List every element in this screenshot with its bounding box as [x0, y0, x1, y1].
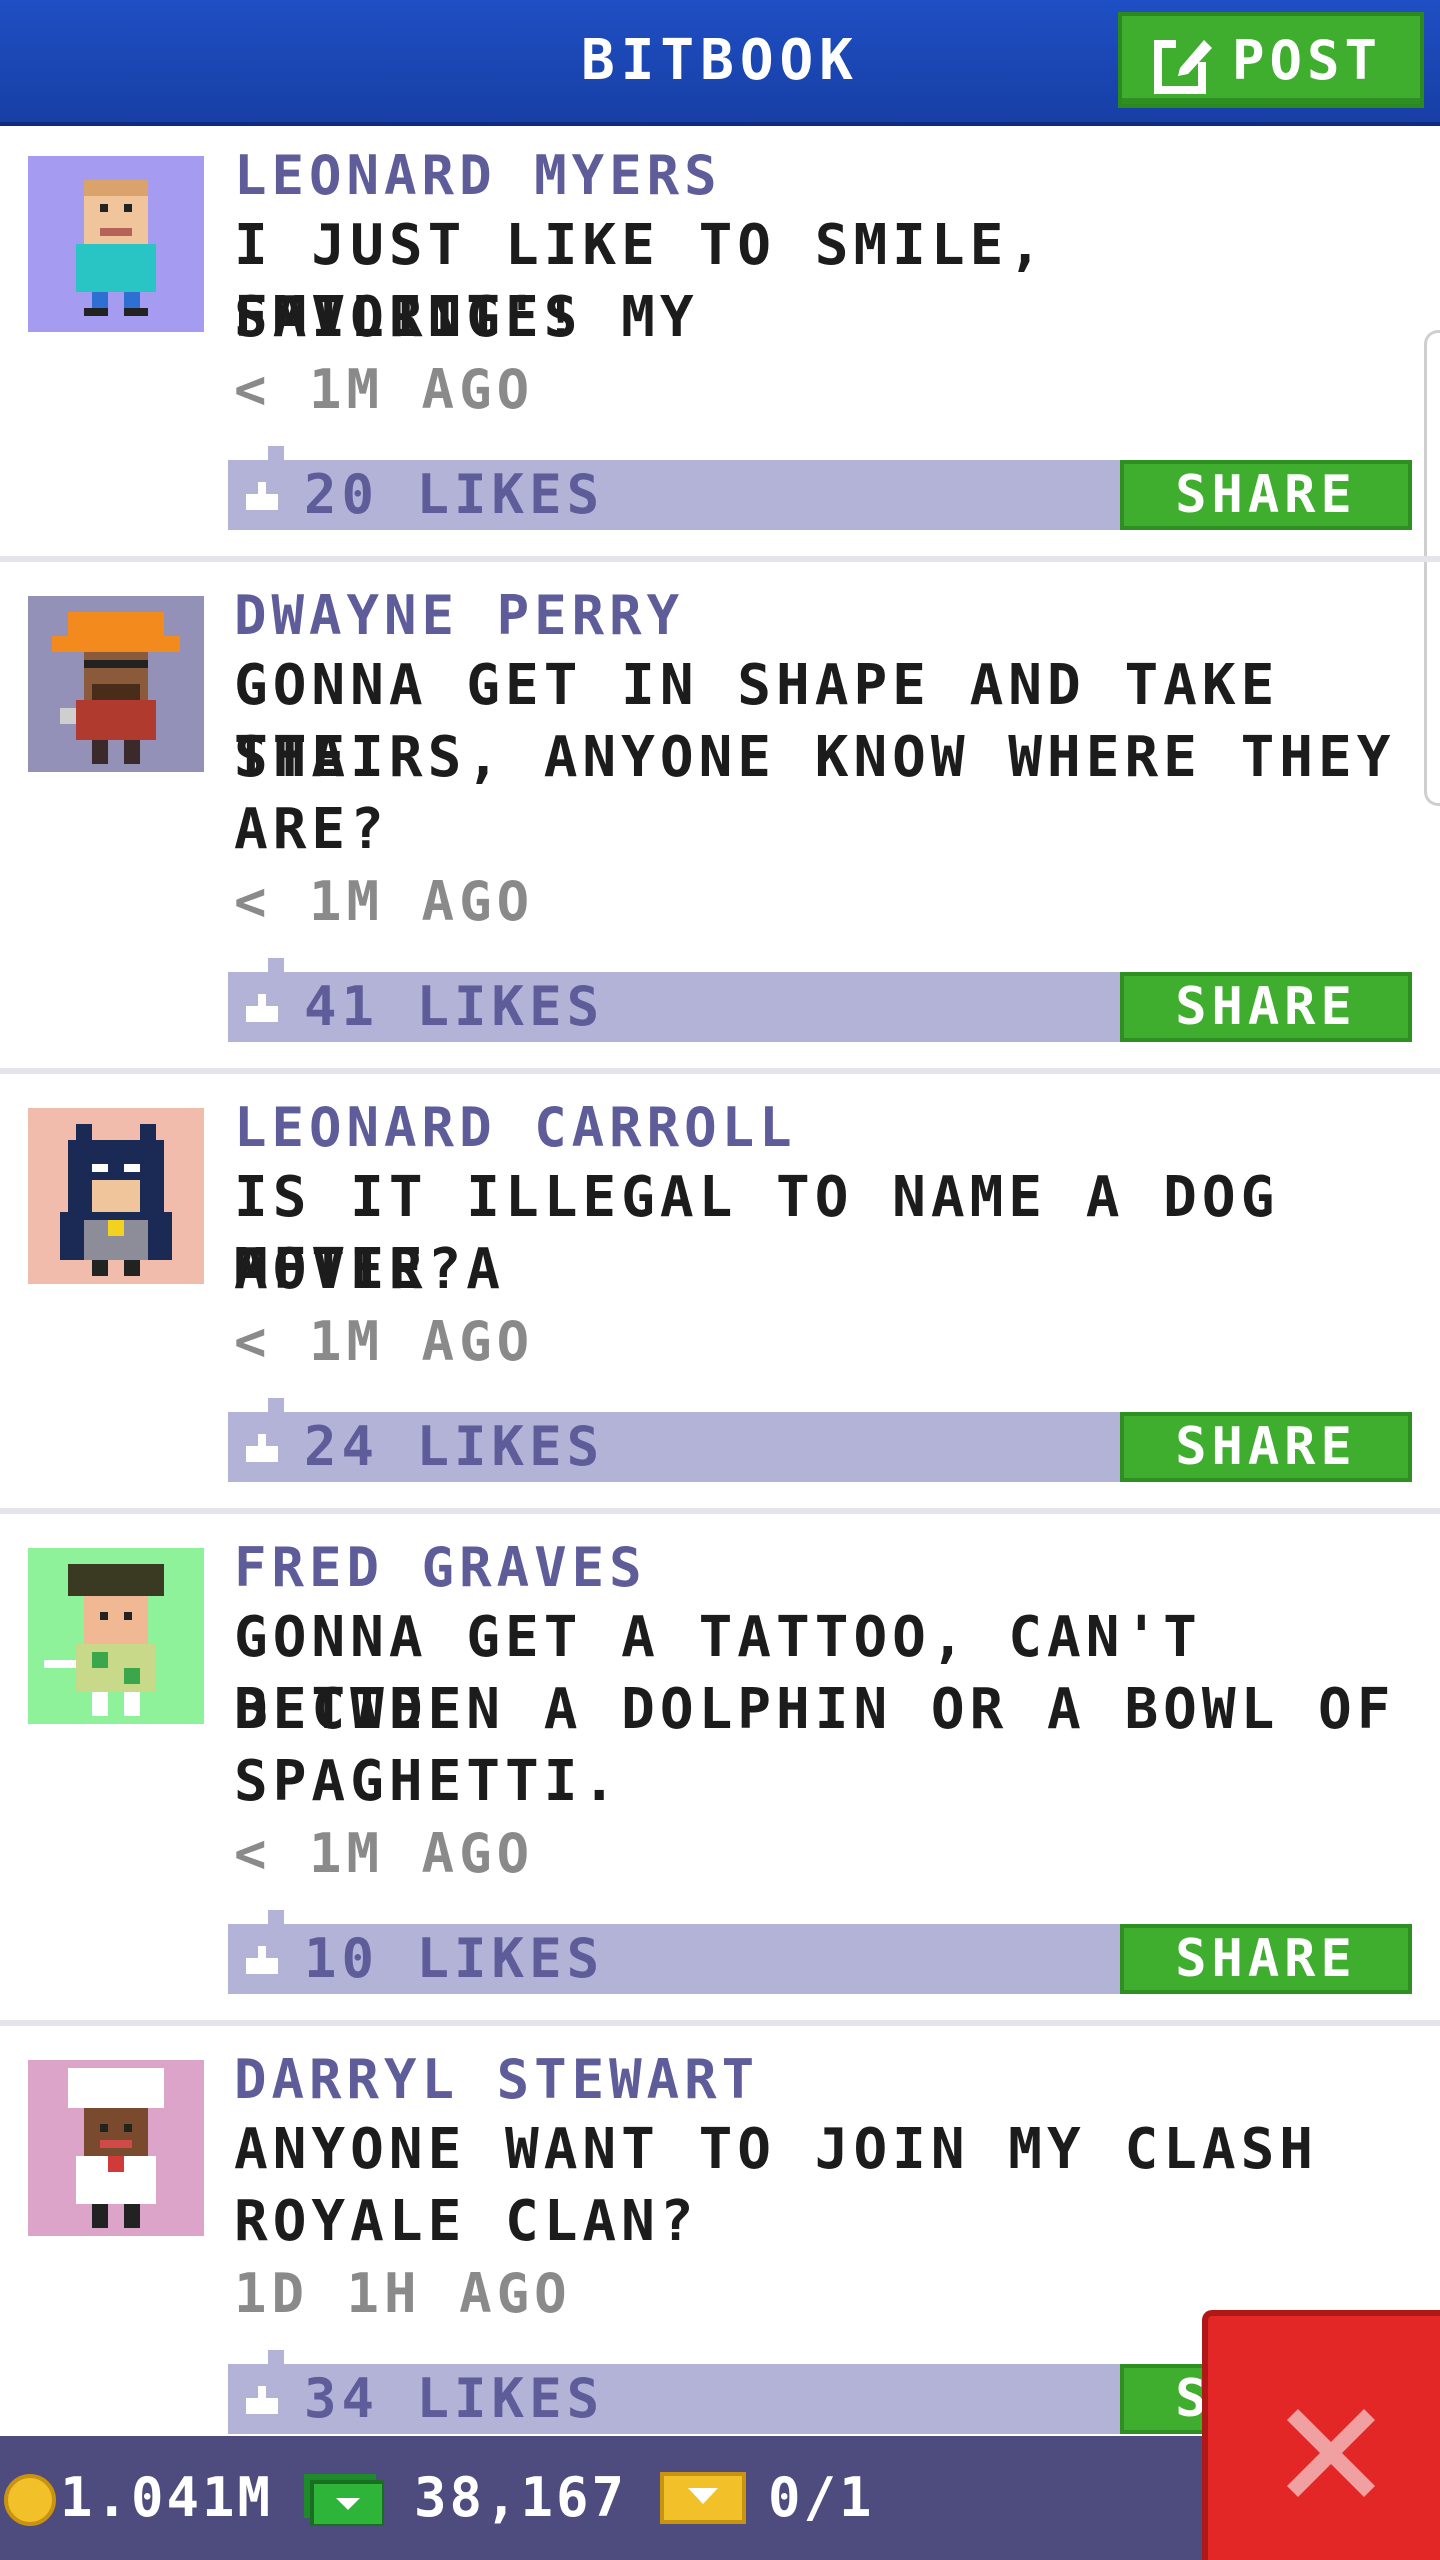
share-button[interactable]: SHARE — [1120, 460, 1412, 530]
post-text-line: STAIRS, ANYONE KNOW WHERE THEY — [234, 725, 1396, 790]
feed-list[interactable]: LEONARD MYERS I JUST LIKE TO SMILE, SMIL… — [0, 126, 1440, 2436]
thumbs-up-icon[interactable] — [242, 1430, 282, 1466]
coin-icon — [4, 2474, 56, 2526]
post-text-line: BETWEEN A DOLPHIN OR A BOWL OF — [234, 1677, 1396, 1742]
thumbs-up-icon[interactable] — [242, 1942, 282, 1978]
ticket-count: 0/1 — [768, 2466, 875, 2529]
avatar — [28, 1548, 204, 1724]
divider — [0, 556, 1440, 562]
app-header: BITBOOK POST — [0, 0, 1440, 126]
like-bar: 41 LIKES SHARE — [228, 958, 1412, 1042]
coin-balance: 1.041M — [60, 2466, 274, 2529]
avatar — [28, 596, 204, 772]
like-bar: 24 LIKES SHARE — [228, 1398, 1412, 1482]
post-author[interactable]: DARRYL STEWART — [234, 2048, 759, 2111]
divider — [0, 1068, 1440, 1074]
post-text-line: ROYALE CLAN? — [234, 2189, 699, 2254]
like-count: 20 LIKES — [304, 463, 605, 526]
like-bar: 20 LIKES SHARE — [228, 446, 1412, 530]
compose-icon — [1154, 38, 1212, 94]
like-count: 24 LIKES — [304, 1415, 605, 1478]
post-timestamp: < 1M AGO — [234, 870, 535, 933]
avatar — [28, 156, 204, 332]
divider — [0, 1508, 1440, 1514]
post-text-line: MOVIE? — [234, 1237, 467, 1302]
post-timestamp: < 1M AGO — [234, 1822, 535, 1885]
post-timestamp: < 1M AGO — [234, 358, 535, 421]
avatar — [28, 1108, 204, 1284]
post-text-line: SPAGHETTI. — [234, 1749, 622, 1814]
post-text-line: ANYONE WANT TO JOIN MY CLASH — [234, 2117, 1319, 2182]
ticket-icon — [660, 2472, 746, 2524]
share-button[interactable]: SHARE — [1120, 1924, 1412, 1994]
thumbs-up-icon[interactable] — [242, 478, 282, 514]
like-bar: 10 LIKES SHARE — [228, 1910, 1412, 1994]
post-text-line: FAVORITE! — [234, 285, 583, 350]
divider — [0, 2020, 1440, 2026]
like-count: 10 LIKES — [304, 1927, 605, 1990]
avatar — [28, 2060, 204, 2236]
thumbs-up-icon[interactable] — [242, 2382, 282, 2418]
post-author[interactable]: DWAYNE PERRY — [234, 584, 684, 647]
post-button[interactable]: POST — [1118, 12, 1424, 108]
bux-balance: 38,167 — [414, 2466, 628, 2529]
post-author[interactable]: FRED GRAVES — [234, 1536, 647, 1599]
bux-icon — [304, 2474, 384, 2526]
close-icon — [1287, 2409, 1375, 2497]
post-author[interactable]: LEONARD MYERS — [234, 144, 722, 207]
post-timestamp: 1D 1H AGO — [234, 2262, 572, 2325]
post-author[interactable]: LEONARD CARROLL — [234, 1096, 797, 1159]
post-button-label: POST — [1232, 29, 1383, 92]
close-button[interactable] — [1202, 2310, 1440, 2560]
like-count: 34 LIKES — [304, 2367, 605, 2430]
like-count: 41 LIKES — [304, 975, 605, 1038]
thumbs-up-icon[interactable] — [242, 990, 282, 1026]
post-timestamp: < 1M AGO — [234, 1310, 535, 1373]
share-button[interactable]: SHARE — [1120, 1412, 1412, 1482]
post-text-line: ARE? — [234, 797, 389, 862]
share-button[interactable]: SHARE — [1120, 972, 1412, 1042]
